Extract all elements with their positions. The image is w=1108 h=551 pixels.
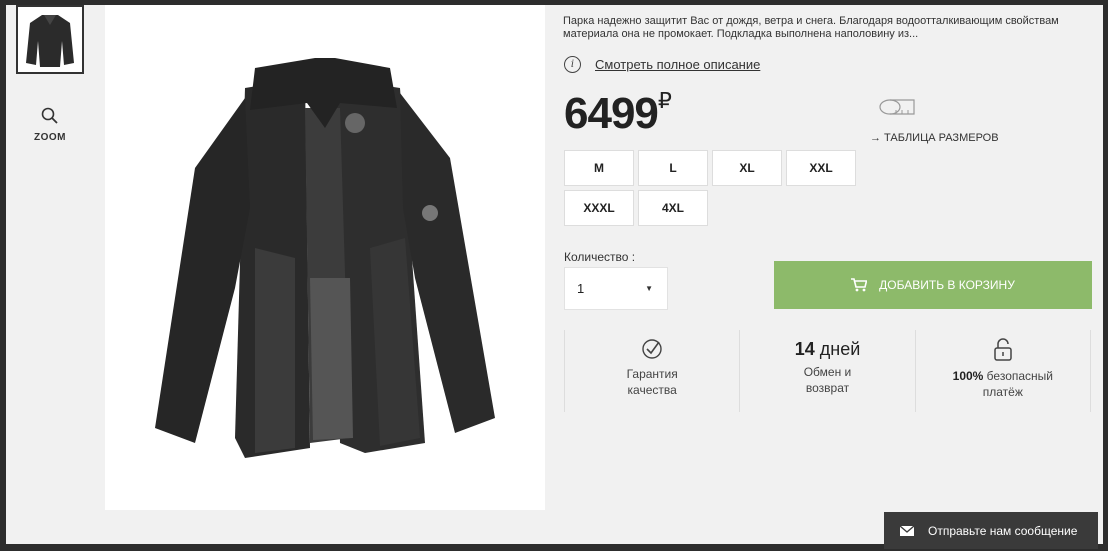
size-option[interactable]: L bbox=[638, 150, 708, 186]
feature-quality-line2: качества bbox=[627, 383, 677, 397]
jacket-image bbox=[155, 57, 495, 458]
size-table-link[interactable]: → ТАБЛИЦА РАЗМЕРОВ bbox=[870, 97, 999, 144]
send-message-button[interactable]: Отправьте нам сообщение bbox=[884, 512, 1098, 549]
cart-icon bbox=[851, 278, 868, 292]
product-thumbnail[interactable] bbox=[16, 5, 84, 74]
search-icon bbox=[41, 107, 58, 124]
info-icon: i bbox=[564, 56, 581, 73]
feature-return-unit: дней bbox=[819, 339, 861, 359]
currency-symbol: ₽ bbox=[657, 88, 672, 114]
zoom-label: ZOOM bbox=[34, 132, 66, 143]
feature-payment-percent: 100% bbox=[952, 369, 984, 383]
feature-payment-line2: платёж bbox=[982, 385, 1023, 399]
envelope-icon bbox=[900, 525, 914, 536]
feature-return-line2: возврат bbox=[805, 381, 850, 395]
feature-quality-line1: Гарантия bbox=[626, 367, 678, 381]
feature-return-line1: Обмен и bbox=[803, 365, 852, 379]
quantity-value: 1 bbox=[577, 281, 585, 296]
measuring-tape-icon bbox=[879, 99, 915, 115]
price-value: 6499 bbox=[564, 89, 659, 138]
size-option[interactable]: XXL bbox=[786, 150, 856, 186]
feature-payment: 100% безопасный платёж bbox=[914, 330, 1091, 412]
size-option[interactable]: XXXL bbox=[564, 190, 634, 226]
size-option[interactable]: XL bbox=[712, 150, 782, 186]
full-description-row: i Смотреть полное описание bbox=[564, 56, 760, 73]
add-to-cart-button[interactable]: ДОБАВИТЬ В КОРЗИНУ bbox=[774, 261, 1092, 309]
zoom-control[interactable]: ZOOM bbox=[22, 107, 78, 143]
product-panel: ZOOM Парка надежно защитит Вас от дождя,… bbox=[6, 5, 1103, 549]
feature-return: 14 дней Обмен и возврат bbox=[739, 330, 914, 412]
chevron-down-icon: ▼ bbox=[645, 284, 653, 293]
size-table-label: → ТАБЛИЦА РАЗМЕРОВ bbox=[870, 132, 999, 144]
feature-quality: Гарантия качества bbox=[564, 330, 739, 412]
product-description: Парка надежно защитит Вас от дождя, ветр… bbox=[563, 15, 1059, 40]
product-image[interactable] bbox=[105, 5, 545, 510]
jacket-thumbnail-image bbox=[26, 14, 74, 67]
check-badge-icon bbox=[642, 339, 662, 359]
size-option[interactable]: 4XL bbox=[638, 190, 708, 226]
full-description-link[interactable]: Смотреть полное описание bbox=[595, 57, 760, 72]
add-to-cart-label: ДОБАВИТЬ В КОРЗИНУ bbox=[879, 278, 1015, 292]
send-message-label: Отправьте нам сообщение bbox=[928, 523, 1078, 538]
size-option[interactable]: M bbox=[564, 150, 634, 186]
size-selector: M L XL XXL XXXL 4XL bbox=[564, 150, 864, 226]
price: 6499₽ bbox=[564, 88, 672, 139]
lock-icon bbox=[994, 338, 1012, 361]
feature-return-days: 14 bbox=[794, 339, 815, 359]
feature-payment-rest: безопасный bbox=[983, 369, 1053, 383]
quantity-label: Количество : bbox=[564, 250, 636, 264]
features-row: Гарантия качества 14 дней Обмен и возвра… bbox=[564, 330, 1091, 412]
quantity-select[interactable]: 1 ▼ bbox=[564, 267, 668, 310]
